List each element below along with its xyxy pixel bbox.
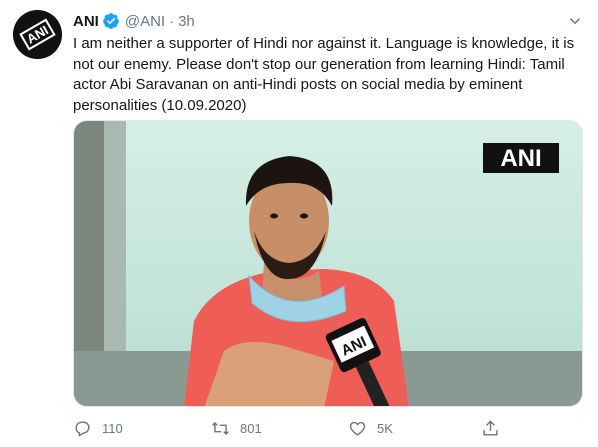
chevron-down-icon[interactable] [566, 12, 584, 30]
tweet-actions: 110 801 5K [73, 416, 503, 440]
tweet-header: ANI @ANI · 3h [73, 11, 195, 31]
like-count: 5K [377, 420, 393, 436]
author-name[interactable]: ANI [73, 13, 99, 30]
verified-badge-icon [102, 12, 120, 30]
tweet-card[interactable]: ANI ANI @ANI · 3h I am neither a support… [0, 0, 598, 447]
retweet-button[interactable]: 801 [211, 416, 262, 440]
author-handle[interactable]: @ANI [125, 13, 165, 30]
avatar[interactable]: ANI [13, 10, 62, 59]
separator-dot: · [169, 12, 175, 30]
video-watermark: ANI [500, 145, 541, 172]
share-button[interactable] [481, 416, 500, 440]
tweet-video[interactable]: ANI ANI [73, 120, 583, 407]
like-button[interactable]: 5K [348, 416, 393, 440]
tweet-timestamp[interactable]: 3h [178, 13, 195, 30]
reply-button[interactable]: 110 [73, 416, 123, 440]
heart-icon [349, 421, 366, 436]
share-icon [483, 419, 498, 436]
reply-icon [75, 420, 90, 437]
reply-count: 110 [102, 420, 123, 436]
retweet-icon [212, 421, 229, 435]
retweet-count: 801 [240, 420, 262, 436]
tweet-text: I am neither a supporter of Hindi nor ag… [73, 35, 575, 114]
